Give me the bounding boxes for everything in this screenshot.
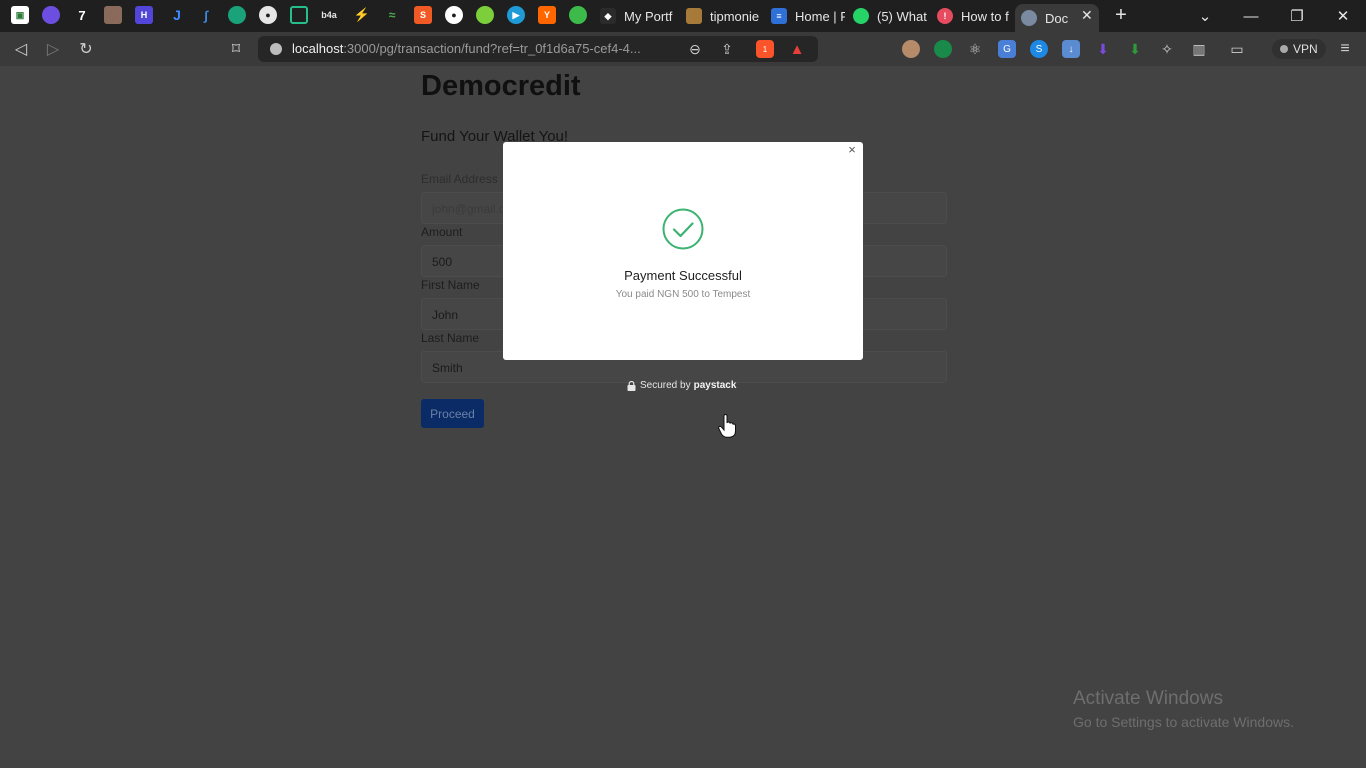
pinned-tab-icon[interactable]: S bbox=[414, 6, 432, 24]
success-check-icon bbox=[662, 208, 704, 250]
tab-title: tipmonie bbox=[710, 8, 760, 24]
url-host: localhost bbox=[292, 41, 344, 56]
activate-windows-title: Activate Windows bbox=[1073, 688, 1223, 709]
url-path: :3000/pg/transaction/fund?ref=tr_0f1d6a7… bbox=[343, 41, 641, 56]
tab-title: My Portf bbox=[624, 8, 673, 24]
pinned-tab-icon[interactable]: H bbox=[135, 6, 153, 24]
globe-icon bbox=[1021, 10, 1037, 26]
pinned-tab-icon[interactable]: ⚡ bbox=[353, 6, 371, 24]
first-name-label: First Name bbox=[421, 278, 480, 292]
payment-status-title: Payment Successful bbox=[624, 268, 742, 283]
whatsapp-icon bbox=[853, 8, 869, 24]
extension-icon[interactable]: S bbox=[1030, 40, 1048, 58]
tab-how-to[interactable]: ! How to f bbox=[937, 4, 1011, 28]
amount-value: 500 bbox=[432, 255, 453, 269]
hand-cursor-icon bbox=[718, 414, 736, 438]
tab-portfolio[interactable]: ◆ My Portf bbox=[600, 4, 678, 28]
email-placeholder: john@gmail.c bbox=[432, 202, 505, 216]
new-tab-button[interactable]: + bbox=[1110, 4, 1132, 26]
tab-close-icon[interactable]: ✕ bbox=[1081, 7, 1093, 24]
pinned-tab-icon[interactable] bbox=[476, 6, 494, 24]
pinned-tab-icon[interactable]: ∫ bbox=[197, 6, 215, 24]
restore-button[interactable]: ❐ bbox=[1274, 4, 1320, 28]
lock-icon bbox=[627, 380, 636, 391]
url-text: localhost:3000/pg/transaction/fund?ref=t… bbox=[292, 41, 641, 56]
payment-status-message: You paid NGN 500 to Tempest bbox=[615, 289, 751, 300]
tab-whatsapp[interactable]: (5) What bbox=[853, 4, 927, 28]
tab-title: How to f bbox=[961, 8, 1009, 24]
paystack-logo: paystack bbox=[693, 380, 737, 391]
vpn-label: VPN bbox=[1293, 42, 1318, 56]
back-icon[interactable]: ◁ bbox=[10, 38, 32, 60]
question-icon: ! bbox=[937, 8, 953, 24]
react-devtools-icon[interactable]: ⚛ bbox=[966, 40, 984, 58]
brave-rewards-icon[interactable]: ▲ bbox=[788, 40, 806, 58]
brave-count: 1 bbox=[762, 44, 768, 54]
modal-close-button[interactable]: × bbox=[845, 142, 859, 157]
bookmark-icon[interactable]: ⌑ bbox=[225, 38, 247, 60]
tab-tipmonie[interactable]: tipmonie bbox=[686, 4, 764, 28]
close-window-button[interactable]: ✕ bbox=[1320, 4, 1366, 28]
vpn-button[interactable]: VPN bbox=[1272, 39, 1326, 59]
first-name-value: John bbox=[432, 308, 459, 322]
address-bar[interactable]: localhost:3000/pg/transaction/fund?ref=t… bbox=[258, 36, 818, 62]
last-name-value: Smith bbox=[432, 361, 463, 375]
zoom-icon[interactable]: ⊖ bbox=[684, 38, 706, 60]
page-content: Democredit Fund Your Wallet You! Email A… bbox=[0, 66, 1366, 768]
github-icon[interactable]: ● bbox=[445, 6, 463, 24]
ghost-icon: ◆ bbox=[600, 8, 616, 24]
download-icon[interactable]: ↓ bbox=[1062, 40, 1080, 58]
notebook-icon bbox=[686, 8, 702, 24]
pinned-tab-icon[interactable]: ≈ bbox=[383, 6, 401, 24]
pinned-tab-icon[interactable]: ▶ bbox=[507, 6, 525, 24]
app-brand: Democredit bbox=[421, 70, 581, 102]
tab-title: (5) What bbox=[877, 8, 927, 24]
email-label: Email Address bbox=[421, 172, 498, 186]
pinned-tab-icon[interactable]: 7 bbox=[73, 6, 91, 24]
extension-icon[interactable] bbox=[934, 40, 952, 58]
document-icon: ≡ bbox=[771, 8, 787, 24]
share-icon[interactable]: ⇪ bbox=[716, 38, 738, 60]
browser-toolbar: ◁ ▷ ↻ ⌑ localhost:3000/pg/transaction/fu… bbox=[0, 32, 1366, 66]
forward-icon[interactable]: ▷ bbox=[42, 38, 64, 60]
activate-windows-message: Go to Settings to activate Windows. bbox=[1073, 714, 1294, 730]
sidebar-icon[interactable]: ▥ bbox=[1190, 40, 1208, 58]
tab-search-icon[interactable]: ⌄ bbox=[1182, 4, 1228, 28]
menu-icon[interactable]: ≡ bbox=[1334, 38, 1356, 60]
pinned-tab-icon[interactable] bbox=[104, 6, 122, 24]
extension-icon[interactable]: ⬇ bbox=[1126, 40, 1144, 58]
extension-icon[interactable]: ⬇ bbox=[1094, 40, 1112, 58]
payment-success-modal: × Payment Successful You paid NGN 500 to… bbox=[503, 142, 863, 360]
pinned-tab-icon[interactable]: ▣ bbox=[11, 6, 29, 24]
pinned-tab-icon[interactable] bbox=[42, 6, 60, 24]
tab-title: Doc bbox=[1045, 10, 1069, 26]
pinned-tab-icon[interactable]: ● bbox=[259, 6, 277, 24]
pinned-tab-icon[interactable] bbox=[290, 6, 308, 24]
pinned-tab-icon[interactable]: b4a bbox=[320, 6, 338, 24]
pinned-tab-icon[interactable] bbox=[228, 6, 246, 24]
secured-prefix: Secured by bbox=[640, 380, 691, 391]
proceed-button[interactable]: Proceed bbox=[421, 399, 484, 428]
browser-tab-bar: ▣ 7 H J ∫ ● b4a ⚡ ≈ S ● ▶ Y ◆ My Portf t… bbox=[0, 0, 1366, 32]
vpn-status-icon bbox=[1280, 45, 1288, 53]
extensions-puzzle-icon[interactable]: ✧ bbox=[1158, 40, 1176, 58]
brave-shields-icon[interactable]: 1 bbox=[756, 40, 774, 58]
last-name-label: Last Name bbox=[421, 331, 480, 345]
pinned-tab-icon[interactable] bbox=[569, 6, 587, 24]
activate-windows-watermark: Activate Windows Go to Settings to activ… bbox=[1073, 688, 1294, 730]
translate-icon[interactable]: G bbox=[998, 40, 1016, 58]
pinned-tab-icon[interactable]: J bbox=[168, 6, 186, 24]
tab-home[interactable]: ≡ Home | F bbox=[771, 4, 845, 28]
wallet-icon[interactable]: ▭ bbox=[1228, 40, 1246, 58]
reload-icon[interactable]: ↻ bbox=[75, 38, 97, 60]
tab-title: Home | F bbox=[795, 8, 845, 24]
pinned-tab-icon[interactable]: Y bbox=[538, 6, 556, 24]
minimize-button[interactable]: — bbox=[1228, 4, 1274, 28]
site-info-icon[interactable] bbox=[270, 43, 282, 55]
amount-label: Amount bbox=[421, 225, 463, 239]
extension-icon[interactable] bbox=[902, 40, 920, 58]
secured-by-paystack: Secured by paystack bbox=[627, 380, 736, 391]
